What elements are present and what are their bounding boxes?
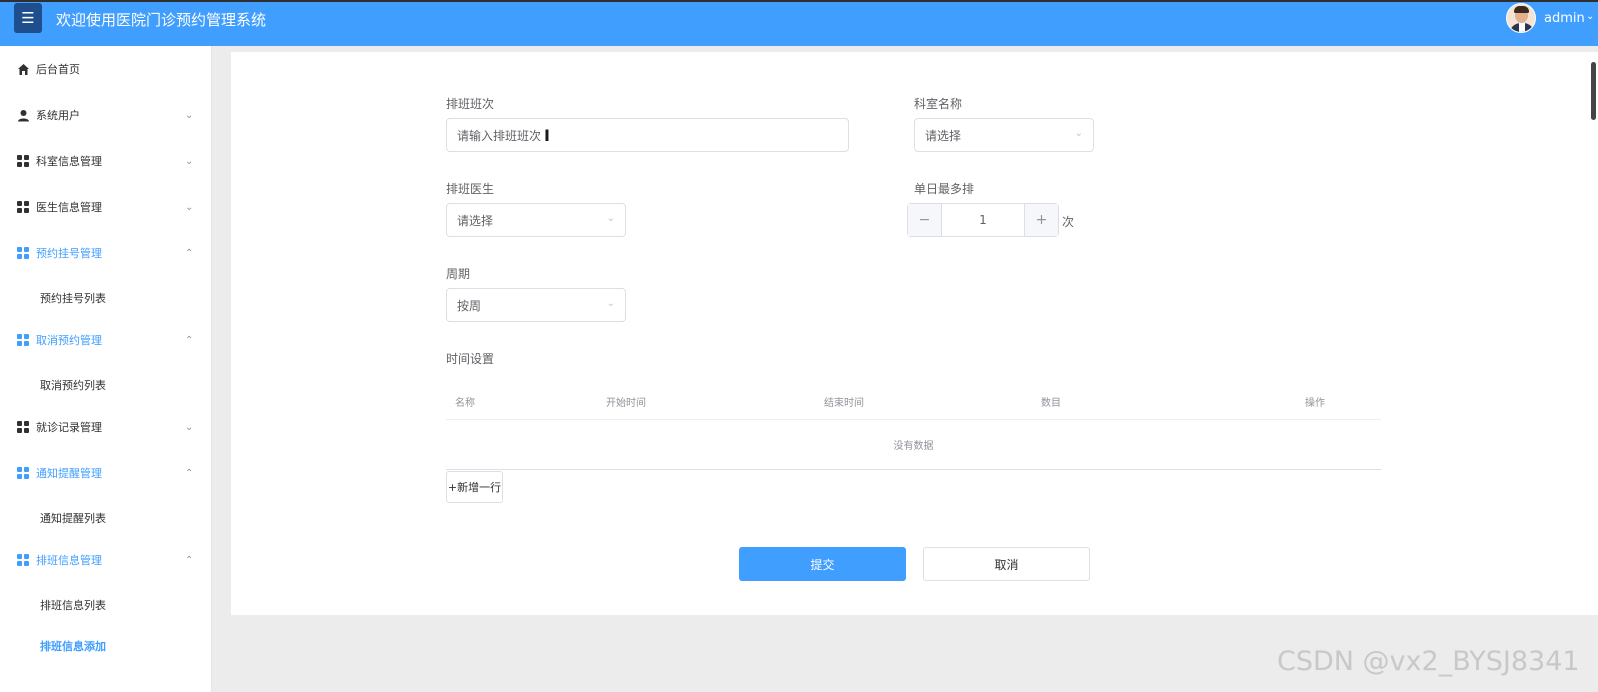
period-select[interactable]: 按周 ⌄ bbox=[446, 288, 626, 322]
sidebar-item-records[interactable]: 就诊记录管理 ⌄ bbox=[0, 412, 212, 442]
sidebar-item-schedule[interactable]: 排班信息管理 ⌃ bbox=[0, 545, 212, 575]
column-header-name: 名称 bbox=[455, 398, 475, 409]
watermark: CSDN @vx2_BYSJ8341 bbox=[1277, 646, 1580, 677]
user-icon bbox=[16, 108, 30, 122]
sidebar-item-label: 科室信息管理 bbox=[36, 155, 102, 168]
sidebar: 后台首页 系统用户 ⌄ 科室信息管理 ⌄ 医生信息管理 ⌄ 预约挂号管理 ⌃ 预… bbox=[0, 46, 212, 692]
chevron-up-icon: ⌃ bbox=[185, 334, 194, 346]
chevron-down-icon: ⌄ bbox=[185, 201, 194, 213]
sidebar-item-label: 通知提醒管理 bbox=[36, 467, 102, 480]
sidebar-item-label: 后台首页 bbox=[36, 63, 80, 76]
grid-icon bbox=[16, 420, 30, 434]
sidebar-item-label: 预约挂号管理 bbox=[36, 247, 102, 260]
app-title: 欢迎使用医院门诊预约管理系统 bbox=[56, 11, 267, 29]
chevron-down-icon: ⌄ bbox=[185, 421, 194, 433]
sidebar-subitem-notice-list[interactable]: 通知提醒列表 bbox=[40, 510, 106, 526]
decrement-button[interactable]: − bbox=[908, 204, 942, 236]
grid-icon bbox=[16, 200, 30, 214]
max-per-day-value[interactable]: 1 bbox=[942, 204, 1024, 236]
table-empty-row: 没有数据 bbox=[446, 420, 1381, 470]
user-name[interactable]: admin bbox=[1544, 11, 1585, 26]
chevron-up-icon: ⌃ bbox=[185, 467, 194, 479]
chevron-down-icon: ⌄ bbox=[606, 213, 615, 224]
max-per-day-unit: 次 bbox=[1062, 215, 1075, 229]
shift-placeholder: 请输入排班班次 bbox=[457, 128, 542, 143]
doctor-value: 请选择 bbox=[457, 213, 494, 228]
scrollbar[interactable] bbox=[1591, 62, 1596, 120]
sidebar-item-label: 就诊记录管理 bbox=[36, 421, 102, 434]
doctor-select[interactable]: 请选择 ⌄ bbox=[446, 203, 626, 237]
empty-text: 没有数据 bbox=[893, 441, 934, 452]
period-value: 按周 bbox=[457, 298, 482, 313]
sidebar-subitem-cancel-list[interactable]: 取消预约列表 bbox=[40, 377, 106, 393]
menu-toggle-button[interactable]: ☰ bbox=[14, 3, 42, 33]
sidebar-subitem-schedule-list[interactable]: 排班信息列表 bbox=[40, 597, 106, 613]
sidebar-subitem-appointment-list[interactable]: 预约挂号列表 bbox=[40, 290, 106, 306]
avatar[interactable] bbox=[1506, 3, 1536, 33]
grid-icon bbox=[16, 333, 30, 347]
time-settings-label: 时间设置 bbox=[446, 352, 495, 366]
chevron-down-icon[interactable]: ⌄ bbox=[1586, 11, 1594, 22]
chevron-down-icon: ⌄ bbox=[1074, 128, 1083, 139]
menu-icon: ☰ bbox=[21, 9, 35, 27]
chevron-up-icon: ⌃ bbox=[185, 247, 194, 259]
sidebar-item-department[interactable]: 科室信息管理 ⌄ bbox=[0, 146, 212, 176]
max-per-day-label: 单日最多排 bbox=[914, 182, 975, 196]
period-label: 周期 bbox=[446, 267, 471, 281]
chevron-down-icon: ⌄ bbox=[185, 155, 194, 167]
chevron-down-icon: ⌄ bbox=[185, 109, 194, 121]
top-header: ☰ 欢迎使用医院门诊预约管理系统 admin ⌄ bbox=[0, 0, 1598, 46]
increment-button[interactable]: + bbox=[1024, 204, 1058, 236]
submit-button[interactable]: 提交 bbox=[739, 547, 906, 581]
sidebar-item-label: 取消预约管理 bbox=[36, 334, 102, 347]
sidebar-subitem-schedule-add[interactable]: 排班信息添加 bbox=[40, 638, 106, 654]
sidebar-item-label: 排班信息管理 bbox=[36, 554, 102, 567]
grid-icon bbox=[16, 466, 30, 480]
sidebar-item-cancel[interactable]: 取消预约管理 ⌃ bbox=[0, 325, 212, 355]
column-header-end: 结束时间 bbox=[824, 398, 864, 409]
sidebar-item-label: 医生信息管理 bbox=[36, 201, 102, 214]
grid-icon bbox=[16, 246, 30, 260]
max-per-day-stepper: − 1 + bbox=[907, 203, 1059, 237]
time-table-header: 名称 开始时间 结束时间 数目 操作 bbox=[446, 382, 1381, 420]
cancel-button[interactable]: 取消 bbox=[923, 547, 1090, 581]
home-icon bbox=[16, 62, 30, 76]
department-value: 请选择 bbox=[925, 128, 962, 143]
department-select[interactable]: 请选择 ⌄ bbox=[914, 118, 1094, 152]
sidebar-item-home[interactable]: 后台首页 bbox=[0, 54, 212, 84]
shift-input[interactable]: 请输入排班班次 I bbox=[446, 118, 849, 152]
sidebar-item-users[interactable]: 系统用户 ⌄ bbox=[0, 100, 212, 130]
grid-icon bbox=[16, 154, 30, 168]
sidebar-item-notice[interactable]: 通知提醒管理 ⌃ bbox=[0, 458, 212, 488]
sidebar-item-label: 系统用户 bbox=[36, 109, 80, 122]
department-label: 科室名称 bbox=[914, 97, 963, 111]
doctor-label: 排班医生 bbox=[446, 182, 495, 196]
shift-label: 排班班次 bbox=[446, 97, 495, 111]
grid-icon bbox=[16, 553, 30, 567]
sidebar-item-doctor[interactable]: 医生信息管理 ⌄ bbox=[0, 192, 212, 222]
column-header-count: 数目 bbox=[1041, 398, 1061, 409]
chevron-up-icon: ⌃ bbox=[185, 554, 194, 566]
text-cursor-icon: I bbox=[544, 126, 550, 145]
column-header-start: 开始时间 bbox=[606, 398, 646, 409]
add-row-button[interactable]: +新增一行 bbox=[446, 471, 503, 503]
column-header-actions: 操作 bbox=[1305, 398, 1325, 409]
sidebar-item-appointment[interactable]: 预约挂号管理 ⌃ bbox=[0, 238, 212, 268]
chevron-down-icon: ⌄ bbox=[606, 298, 615, 309]
